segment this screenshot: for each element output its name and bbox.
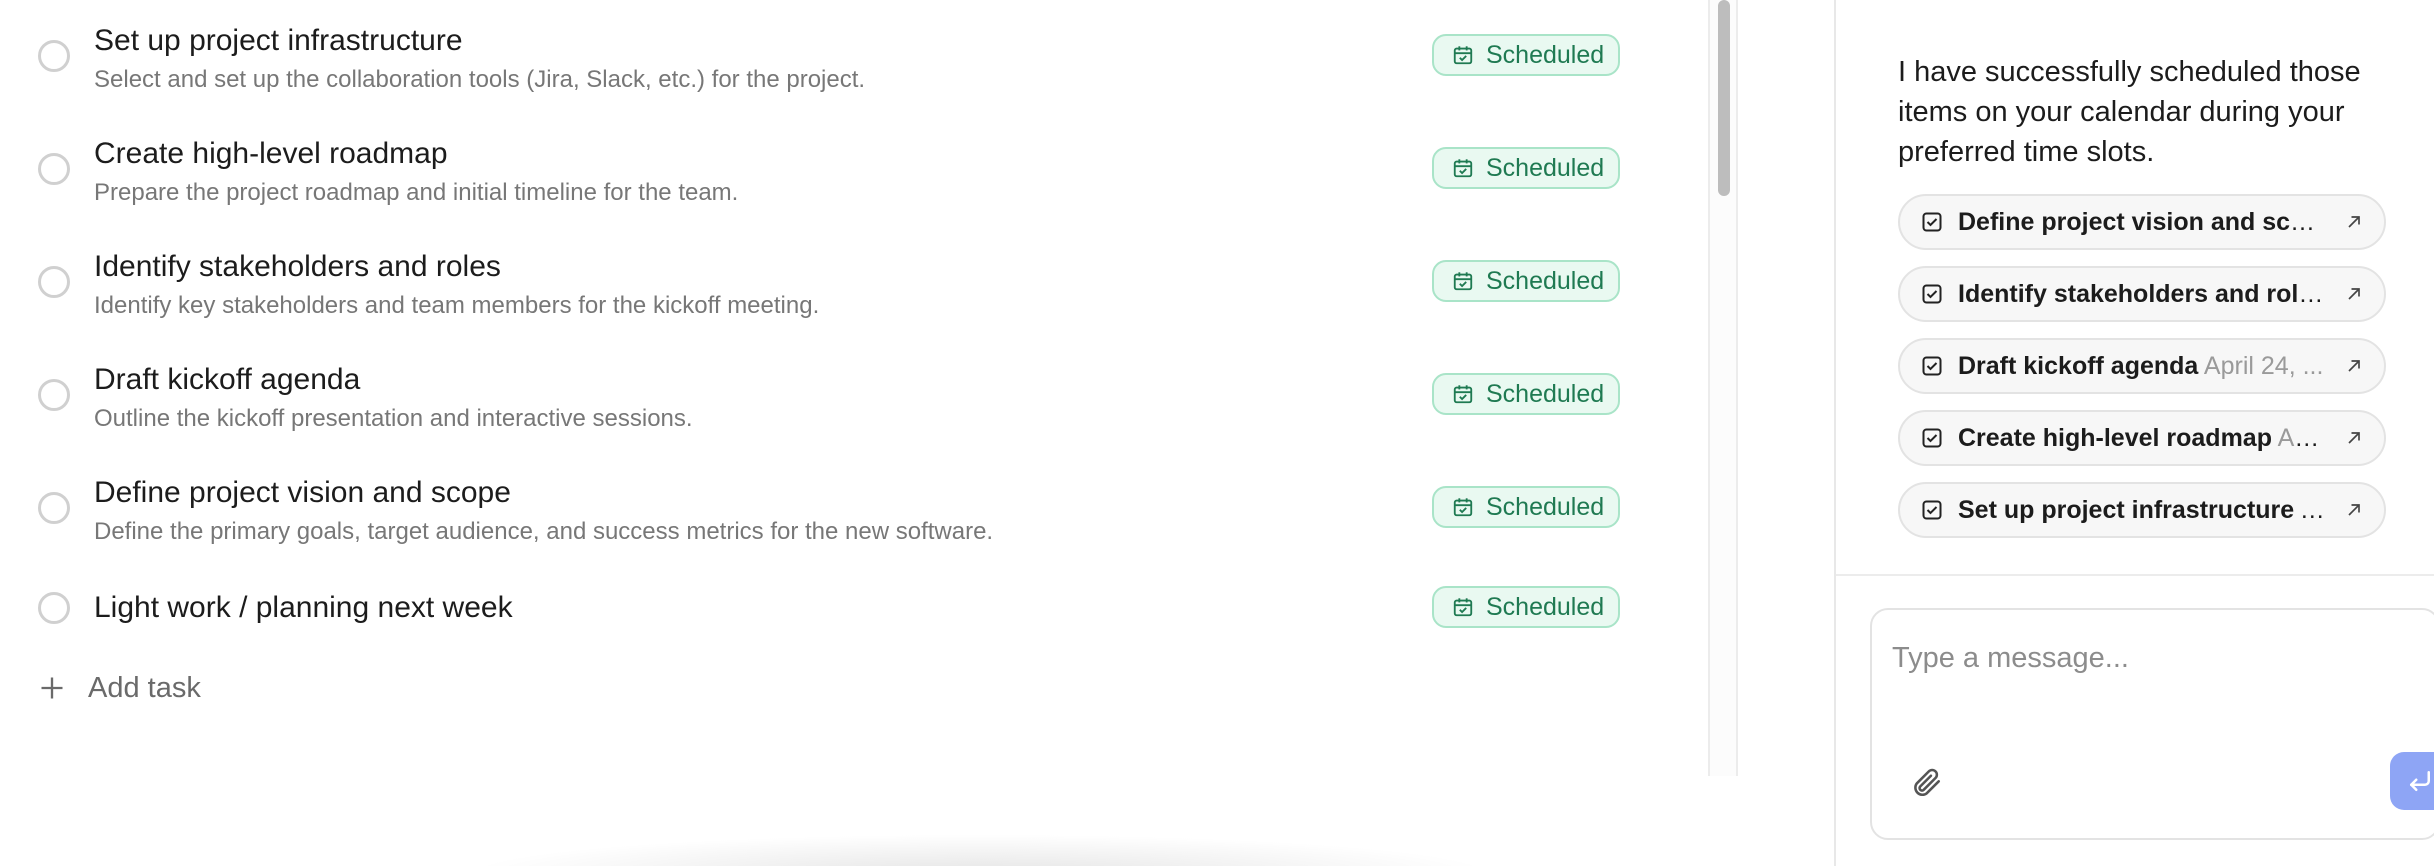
arrow-up-right-icon[interactable] — [2344, 500, 2364, 520]
calendar-check-icon — [1453, 385, 1473, 404]
event-chip-text: Define project vision and scop... — [1958, 206, 2328, 238]
event-chip-text: Identify stakeholders and role... — [1958, 278, 2328, 310]
scrollbar-thumb[interactable] — [1718, 0, 1730, 196]
event-title: Draft kickoff agenda — [1958, 352, 2199, 380]
status-label: Scheduled — [1486, 492, 1605, 521]
task-complete-checkbox[interactable] — [38, 592, 70, 624]
event-chip-text: Create high-level roadmap Ap... — [1958, 422, 2328, 454]
event-date: Ap... — [2277, 424, 2328, 452]
task-complete-checkbox[interactable] — [38, 153, 70, 185]
bottom-shadow — [460, 834, 1500, 866]
event-title: Create high-level roadmap — [1958, 424, 2272, 452]
attach-button[interactable] — [1906, 762, 1946, 802]
task-complete-checkbox[interactable] — [38, 40, 70, 72]
event-chip[interactable]: Define project vision and scop... — [1898, 194, 2386, 250]
plus-icon — [41, 677, 63, 699]
status-badge[interactable]: Scheduled — [1432, 373, 1620, 415]
status-label: Scheduled — [1486, 153, 1605, 182]
add-task-button[interactable]: Add task — [38, 668, 201, 708]
task-title[interactable]: Draft kickoff agenda — [94, 363, 360, 397]
task-description: Identify key stakeholders and team membe… — [94, 292, 820, 319]
checkbox-icon — [1922, 356, 1942, 376]
task-row[interactable]: Light work / planning next week Schedule… — [0, 565, 1640, 677]
task-description: Define the primary goals, target audienc… — [94, 518, 994, 545]
event-date: A... — [2299, 496, 2328, 524]
add-task-label: Add task — [88, 671, 201, 704]
scrollbar-track[interactable] — [1708, 0, 1738, 776]
task-row[interactable]: Define project vision and scope Define t… — [0, 452, 1640, 564]
status-label: Scheduled — [1486, 266, 1605, 295]
assistant-message: I have successfully scheduled those item… — [1898, 56, 2361, 168]
event-title: Define project vision and scop... — [1958, 208, 2328, 236]
status-badge[interactable]: Scheduled — [1432, 147, 1620, 189]
event-chip[interactable]: Create high-level roadmap Ap... — [1898, 410, 2386, 466]
task-title[interactable]: Identify stakeholders and roles — [94, 250, 501, 284]
arrow-up-right-icon[interactable] — [2344, 428, 2364, 448]
calendar-check-icon — [1453, 159, 1473, 178]
status-badge[interactable]: Scheduled — [1432, 34, 1620, 76]
status-label: Scheduled — [1486, 40, 1605, 69]
event-date: April 24, ... — [2203, 352, 2324, 380]
checkbox-icon — [1922, 500, 1942, 520]
arrow-up-right-icon[interactable] — [2344, 356, 2364, 376]
event-chip-text: Draft kickoff agenda April 24, ... — [1958, 350, 2328, 382]
task-row[interactable]: Identify stakeholders and roles Identify… — [0, 226, 1640, 338]
status-badge[interactable]: Scheduled — [1432, 260, 1620, 302]
checkbox-icon — [1922, 212, 1942, 232]
arrow-up-right-icon[interactable] — [2344, 284, 2364, 304]
calendar-check-icon — [1453, 46, 1473, 65]
message-composer — [1870, 608, 2434, 840]
task-row[interactable]: Create high-level roadmap Prepare the pr… — [0, 113, 1640, 225]
status-badge[interactable]: Scheduled — [1432, 586, 1620, 628]
event-title: Identify stakeholders and role... — [1958, 280, 2328, 308]
task-description: Outline the kickoff presentation and int… — [94, 405, 693, 432]
task-title[interactable]: Light work / planning next week — [94, 591, 513, 625]
send-button[interactable] — [2390, 752, 2434, 810]
task-title[interactable]: Define project vision and scope — [94, 476, 511, 510]
checkbox-icon — [1922, 428, 1942, 448]
calendar-check-icon — [1453, 272, 1473, 291]
task-title[interactable]: Create high-level roadmap — [94, 137, 448, 171]
paperclip-icon — [1914, 768, 1941, 797]
task-complete-checkbox[interactable] — [38, 379, 70, 411]
chat-divider — [1836, 574, 2434, 576]
task-description: Prepare the project roadmap and initial … — [94, 179, 739, 206]
calendar-check-icon — [1453, 598, 1473, 617]
task-list-panel: Set up project infrastructure Select and… — [0, 0, 1738, 776]
status-label: Scheduled — [1486, 379, 1605, 408]
message-input[interactable] — [1892, 628, 2412, 688]
task-row[interactable]: Draft kickoff agenda Outline the kickoff… — [0, 339, 1640, 451]
chat-panel: I have successfully scheduled those item… — [1834, 0, 2434, 866]
status-badge[interactable]: Scheduled — [1432, 486, 1620, 528]
calendar-check-icon — [1453, 498, 1473, 517]
enter-return-icon — [2410, 771, 2430, 791]
event-chip-text: Set up project infrastructure A... — [1958, 494, 2328, 526]
arrow-up-right-icon[interactable] — [2344, 212, 2364, 232]
event-title: Set up project infrastructure — [1958, 496, 2295, 524]
event-chip[interactable]: Draft kickoff agenda April 24, ... — [1898, 338, 2386, 394]
checkbox-icon — [1922, 284, 1942, 304]
task-complete-checkbox[interactable] — [38, 492, 70, 524]
status-label: Scheduled — [1486, 592, 1605, 621]
task-title[interactable]: Set up project infrastructure — [94, 24, 463, 58]
event-chip[interactable]: Identify stakeholders and role... — [1898, 266, 2386, 322]
event-chip[interactable]: Set up project infrastructure A... — [1898, 482, 2386, 538]
task-row[interactable]: Set up project infrastructure Select and… — [0, 0, 1640, 112]
task-complete-checkbox[interactable] — [38, 266, 70, 298]
task-description: Select and set up the collaboration tool… — [94, 66, 866, 93]
